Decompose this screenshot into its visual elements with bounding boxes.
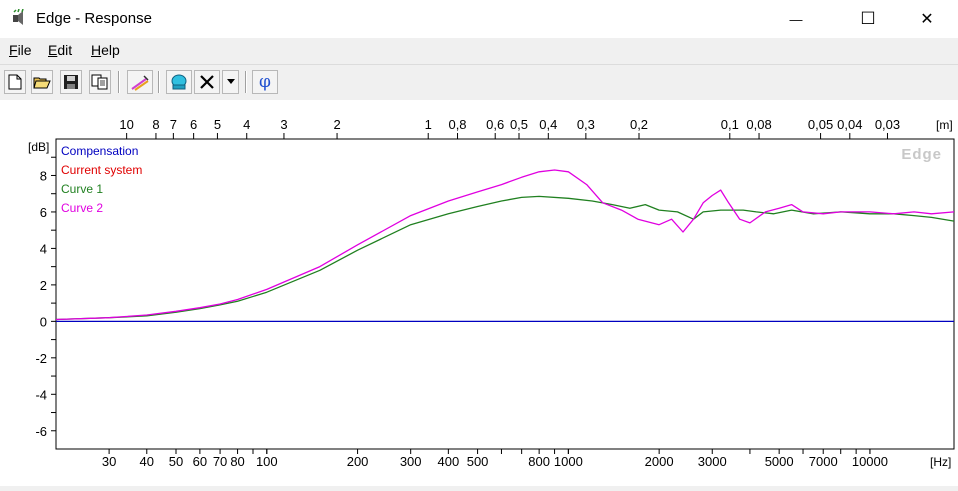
close-icon: ✕ (920, 11, 934, 28)
menu-file[interactable]: File (9, 42, 32, 58)
top-axis-unit-label: [m] (936, 118, 953, 132)
top-tick-label: 0,2 (630, 117, 648, 132)
x-tick-label: 60 (193, 454, 207, 469)
phase-button[interactable]: φ (252, 70, 278, 94)
delete-button[interactable] (194, 70, 220, 94)
top-tick-label: 0,8 (448, 117, 466, 132)
y-tick-label: 2 (40, 278, 47, 293)
top-tick-label: 0,05 (808, 117, 833, 132)
response-plot-panel: 8 6 4 2 0 -2 -4 -6 [dB] 30 40 50 60 70 80 100 200 300 400 5… (0, 100, 958, 486)
x-tick-label: 40 (140, 454, 154, 469)
app-speaker-icon (13, 9, 24, 25)
x-tick-label: 1000 (554, 454, 583, 469)
copy-icon (91, 74, 108, 90)
x-tick-label: 400 (438, 454, 460, 469)
new-button[interactable] (4, 70, 26, 94)
response-chart[interactable]: 8 6 4 2 0 -2 -4 -6 [dB] 30 40 50 60 70 80 100 200 300 400 5… (0, 100, 958, 486)
maximize-icon: ☐ (860, 9, 876, 28)
window-title: Edge - Response (36, 10, 152, 27)
top-tick-label: 7 (170, 117, 177, 132)
top-tick-label: 0,4 (539, 117, 557, 132)
delete-x-icon (200, 75, 214, 89)
x-tick-label: 50 (169, 454, 183, 469)
menu-edit[interactable]: Edit (48, 42, 72, 58)
y-tick-label: -2 (35, 351, 47, 366)
x-tick-label: 500 (467, 454, 489, 469)
x-tick-label: 7000 (809, 454, 838, 469)
x-tick-label: 100 (256, 454, 278, 469)
y-tick-label: 8 (40, 168, 47, 183)
open-folder-icon (33, 77, 51, 89)
top-tick-label: 6 (190, 117, 197, 132)
save-disk-icon (64, 75, 78, 89)
y-tick-label: -4 (35, 387, 47, 402)
toolbar-separator (158, 71, 160, 93)
plot-frame (55, 138, 955, 450)
toolbar-separator (118, 71, 120, 93)
legend-entry-curve-2: Curve 2 (61, 201, 103, 215)
speaker-button[interactable] (166, 70, 192, 94)
delete-dropdown-button[interactable] (222, 70, 239, 94)
toolbar-separator (245, 71, 247, 93)
x-tick-label: 800 (528, 454, 550, 469)
minimize-button[interactable]: — (773, 0, 819, 38)
x-tick-label: 30 (102, 454, 116, 469)
x-tick-label: 200 (347, 454, 369, 469)
legend-entry-current-system: Current system (61, 163, 142, 177)
watermark-logo: Edge (901, 146, 942, 163)
x-tick-label: 2000 (645, 454, 674, 469)
x-axis-unit-label: [Hz] (930, 455, 951, 469)
x-tick-label: 300 (400, 454, 422, 469)
legend-entry-curve-1: Curve 1 (61, 182, 103, 196)
open-button[interactable] (31, 70, 53, 94)
menu-help[interactable]: Help (91, 42, 120, 58)
top-tick-label: 8 (152, 117, 159, 132)
top-tick-label: 0,5 (510, 117, 528, 132)
minimize-icon: — (789, 11, 803, 27)
y-tick-label: 4 (40, 241, 47, 256)
speaker-icon (171, 74, 187, 90)
y-axis-unit-label: [dB] (28, 140, 49, 154)
close-button[interactable]: ✕ (904, 0, 950, 38)
y-tick-label: -6 (35, 424, 47, 439)
top-tick-label: 0,03 (875, 117, 900, 132)
x-tick-label: 10000 (852, 454, 888, 469)
legend-entry-compensation: Compensation (61, 144, 138, 158)
y-tick-label: 0 (40, 314, 47, 329)
top-tick-label: 5 (214, 117, 221, 132)
top-tick-label: 4 (243, 117, 250, 132)
top-tick-label: 10 (119, 117, 133, 132)
top-tick-label: 0,6 (486, 117, 504, 132)
new-file-icon (8, 74, 22, 90)
pencil-icon (131, 75, 149, 91)
top-tick-label: 0,08 (746, 117, 771, 132)
maximize-button[interactable]: ☐ (845, 0, 891, 38)
title-bar: Edge - Response — ☐ ✕ (0, 0, 958, 38)
x-tick-label: 3000 (698, 454, 727, 469)
top-tick-label: 1 (425, 117, 432, 132)
x-tick-label: 5000 (765, 454, 794, 469)
save-button[interactable] (60, 70, 82, 94)
copy-button[interactable] (89, 70, 111, 94)
top-tick-label: 2 (333, 117, 340, 132)
top-tick-label: 0,1 (721, 117, 739, 132)
top-tick-label: 3 (280, 117, 287, 132)
x-tick-label: 80 (230, 454, 244, 469)
y-tick-label: 6 (40, 205, 47, 220)
x-tick-label: 70 (213, 454, 227, 469)
menu-bar: File Edit Help (0, 38, 958, 62)
toolbar: φ (0, 64, 958, 101)
top-tick-label: 0,04 (837, 117, 862, 132)
draw-button[interactable] (127, 70, 153, 94)
phi-icon: φ (259, 72, 271, 92)
top-tick-label: 0,3 (577, 117, 595, 132)
dropdown-arrow-icon (226, 79, 235, 84)
